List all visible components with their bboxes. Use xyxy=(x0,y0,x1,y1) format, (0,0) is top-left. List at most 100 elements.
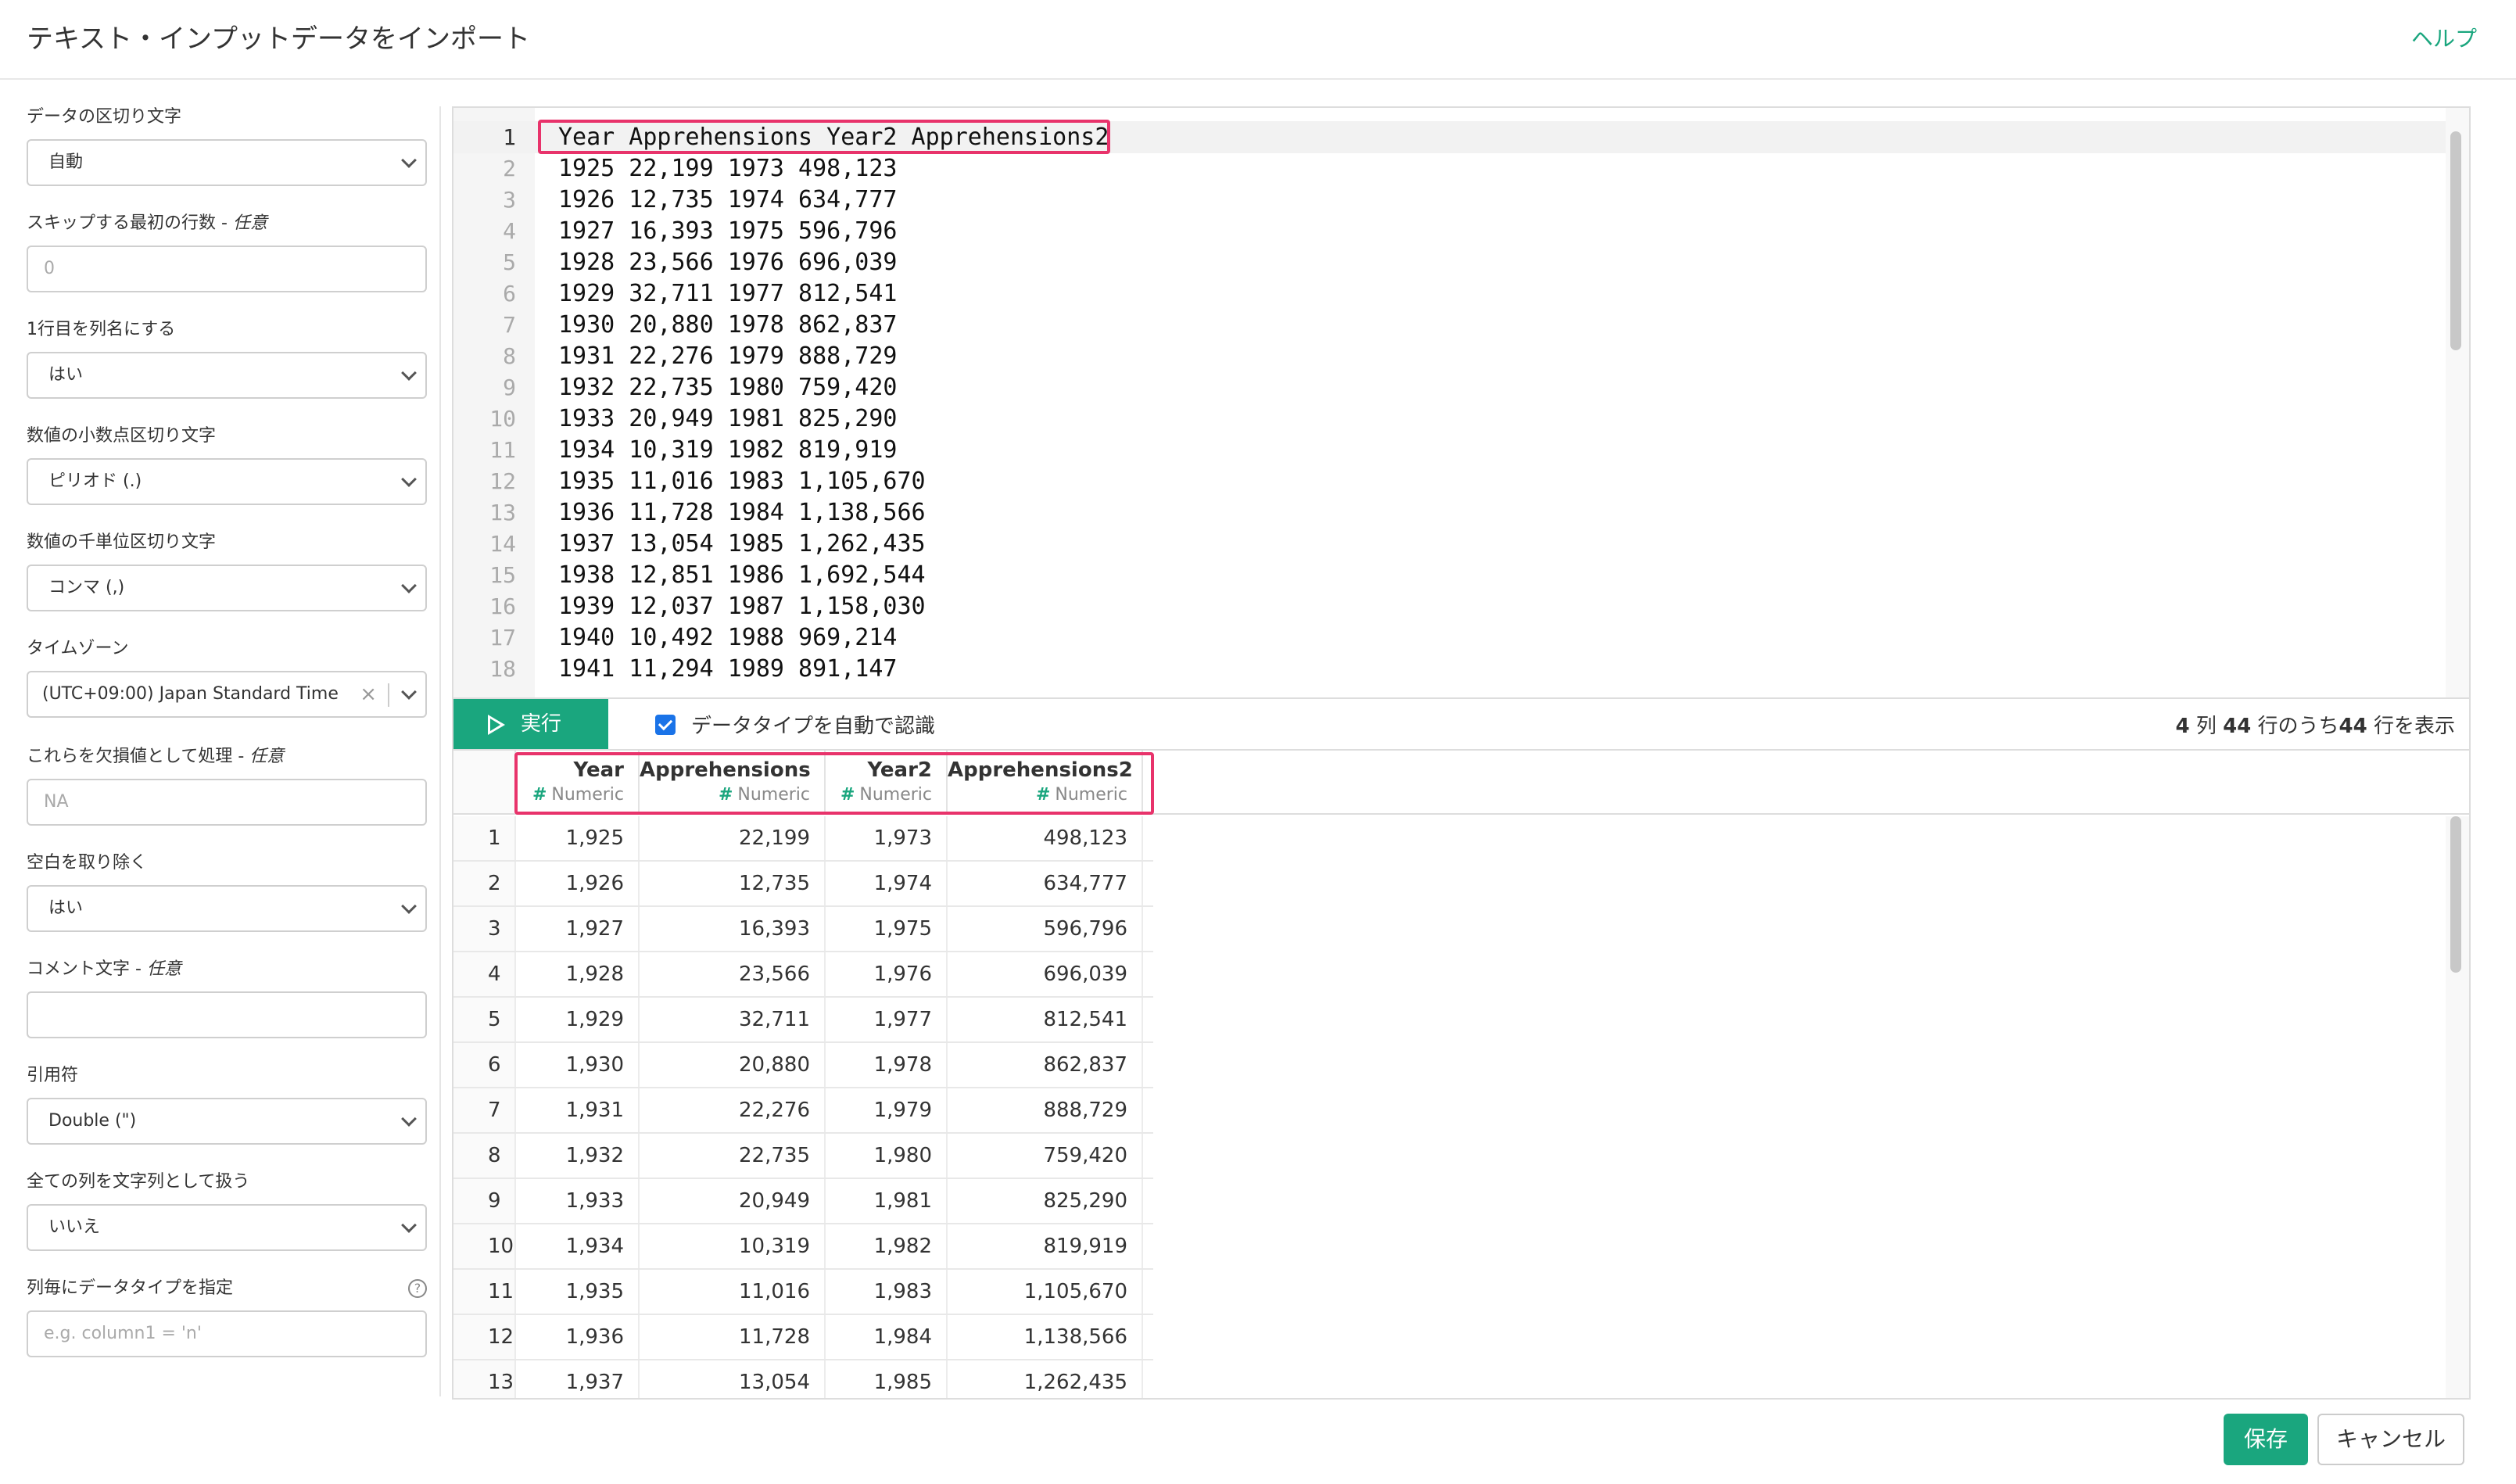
auto-type-checkbox[interactable] xyxy=(655,715,676,735)
editor-line[interactable]: 4 1927 16,393 1975 596,796 xyxy=(453,215,2447,247)
editor-line[interactable]: 11 1934 10,319 1982 819,919 xyxy=(453,434,2447,466)
editor-line[interactable]: 18 1941 11,294 1989 891,147 xyxy=(453,653,2447,685)
table-cell: 20,949 xyxy=(640,1179,826,1223)
thousands-sep-label: 数値の千単位区切り文字 xyxy=(27,532,217,552)
row-index: 8 xyxy=(453,1134,516,1178)
question-circle-icon[interactable]: ? xyxy=(408,1279,427,1298)
table-cell: 22,199 xyxy=(640,816,826,860)
clear-icon[interactable]: × xyxy=(360,672,377,716)
editor-line[interactable]: 9 1932 22,735 1980 759,420 xyxy=(453,371,2447,403)
line-text[interactable]: 1928 23,566 1976 696,039 xyxy=(558,246,897,278)
run-button[interactable]: 実行 xyxy=(453,699,608,749)
editor-line[interactable]: 7 1930 20,880 1978 862,837 xyxy=(453,309,2447,341)
table-cell: 696,039 xyxy=(948,952,1143,996)
line-text[interactable]: 1936 11,728 1984 1,138,566 xyxy=(558,496,926,529)
table-cell: 13,054 xyxy=(640,1360,826,1398)
decimal-sep-select[interactable]: ピリオド (.) xyxy=(27,458,427,505)
line-text[interactable]: 1930 20,880 1978 862,837 xyxy=(558,309,897,341)
col-types-label: 列毎にデータタイプを指定 ? xyxy=(27,1276,427,1301)
table-cell: 1,973 xyxy=(826,816,948,860)
table-cell: 1,979 xyxy=(826,1088,948,1132)
col-types-input[interactable]: e.g. column1 = 'n' xyxy=(27,1310,427,1357)
table-row: 8 1,932 22,735 1,980 759,420 xyxy=(453,1134,1153,1179)
chevron-down-icon xyxy=(401,152,417,168)
table-cell: 596,796 xyxy=(948,907,1143,951)
all-as-string-select[interactable]: いいえ xyxy=(27,1204,427,1251)
grid-scroll-thumb[interactable] xyxy=(2450,816,2461,973)
comment-input[interactable] xyxy=(27,991,427,1038)
editor-line[interactable]: 2 1925 22,199 1973 498,123 xyxy=(453,152,2447,185)
table-cell: 888,729 xyxy=(948,1088,1143,1132)
thousands-sep-field: 数値の千単位区切り文字 コンマ (,) xyxy=(27,530,427,611)
line-text[interactable]: 1937 13,054 1985 1,262,435 xyxy=(558,528,926,560)
text-editor[interactable]: 1 Year Apprehensions Year2 Apprehensions2… xyxy=(452,106,2471,699)
cancel-button[interactable]: キャンセル xyxy=(2317,1414,2464,1465)
line-text[interactable]: 1939 12,037 1987 1,158,030 xyxy=(558,590,926,622)
table-row: 10 1,934 10,319 1,982 819,919 xyxy=(453,1224,1153,1270)
line-number: 18 xyxy=(489,656,516,682)
editor-scroll-thumb[interactable] xyxy=(2450,131,2461,350)
quote-field: 引用符 Double (") xyxy=(27,1063,427,1145)
chevron-down-icon xyxy=(401,684,417,700)
table-row: 9 1,933 20,949 1,981 825,290 xyxy=(453,1179,1153,1224)
editor-line[interactable]: 12 1935 11,016 1983 1,105,670 xyxy=(453,465,2447,497)
table-row: 2 1,926 12,735 1,974 634,777 xyxy=(453,862,1153,907)
comment-label: コメント文字 - 任意 xyxy=(27,959,181,979)
line-text[interactable]: 1931 22,276 1979 888,729 xyxy=(558,340,897,372)
help-link[interactable]: ヘルプ xyxy=(2411,22,2477,53)
dialog-header: テキスト・インプットデータをインポート ヘルプ xyxy=(0,0,2516,80)
na-values-input[interactable]: NA xyxy=(27,779,427,826)
editor-line[interactable]: 3 1926 12,735 1974 634,777 xyxy=(453,184,2447,216)
save-button[interactable]: 保存 xyxy=(2224,1414,2308,1465)
table-cell: 1,982 xyxy=(826,1224,948,1268)
header-row-value: はい xyxy=(48,365,84,385)
row-index: 13 xyxy=(453,1360,516,1398)
chevron-down-icon xyxy=(401,578,417,593)
line-number: 2 xyxy=(503,156,516,181)
thousands-sep-select[interactable]: コンマ (,) xyxy=(27,565,427,611)
line-text[interactable]: 1927 16,393 1975 596,796 xyxy=(558,215,897,247)
line-text[interactable]: 1932 22,735 1980 759,420 xyxy=(558,371,897,403)
line-number: 15 xyxy=(489,562,516,588)
line-text[interactable]: 1933 20,949 1981 825,290 xyxy=(558,403,897,435)
line-text[interactable]: 1935 11,016 1983 1,105,670 xyxy=(558,465,926,497)
header-row-select[interactable]: はい xyxy=(27,352,427,399)
table-cell: 22,735 xyxy=(640,1134,826,1178)
editor-line[interactable]: 14 1937 13,054 1985 1,262,435 xyxy=(453,528,2447,560)
line-text[interactable]: 1926 12,735 1974 634,777 xyxy=(558,184,897,216)
table-cell: 1,978 xyxy=(826,1043,948,1087)
trim-ws-select[interactable]: はい xyxy=(27,885,427,932)
table-row: 5 1,929 32,711 1,977 812,541 xyxy=(453,998,1153,1043)
editor-line[interactable]: 15 1938 12,851 1986 1,692,544 xyxy=(453,559,2447,591)
quote-select[interactable]: Double (") xyxy=(27,1098,427,1145)
line-number: 6 xyxy=(503,281,516,306)
editor-line[interactable]: 16 1939 12,037 1987 1,158,030 xyxy=(453,590,2447,622)
trim-ws-field: 空白を取り除く はい xyxy=(27,851,427,932)
line-text[interactable]: 1925 22,199 1973 498,123 xyxy=(558,152,897,185)
editor-line[interactable]: 10 1933 20,949 1981 825,290 xyxy=(453,403,2447,435)
row-index: 12 xyxy=(453,1315,516,1359)
line-text[interactable]: 1941 11,294 1989 891,147 xyxy=(558,653,897,685)
line-text[interactable]: 1938 12,851 1986 1,692,544 xyxy=(558,559,926,591)
line-number: 8 xyxy=(503,343,516,369)
editor-line[interactable]: 17 1940 10,492 1988 969,214 xyxy=(453,622,2447,654)
line-text[interactable]: 1940 10,492 1988 969,214 xyxy=(558,622,897,654)
skip-rows-label: スキップする最初の行数 - 任意 xyxy=(27,213,267,233)
editor-line[interactable]: 5 1928 23,566 1976 696,039 xyxy=(453,246,2447,278)
chevron-down-icon xyxy=(401,365,417,381)
editor-line[interactable]: 6 1929 32,711 1977 812,541 xyxy=(453,278,2447,310)
row-index: 10 xyxy=(453,1224,516,1268)
table-cell: 1,981 xyxy=(826,1179,948,1223)
editor-line[interactable]: 8 1931 22,276 1979 888,729 xyxy=(453,340,2447,372)
timezone-select[interactable]: (UTC+09:00) Japan Standard Time × xyxy=(27,671,427,718)
sidebar-divider xyxy=(439,106,441,1396)
line-number: 14 xyxy=(489,531,516,557)
line-text[interactable]: 1934 10,319 1982 819,919 xyxy=(558,434,897,466)
auto-type-label[interactable]: データタイプを自動で認識 xyxy=(691,710,935,739)
line-text[interactable]: 1929 32,711 1977 812,541 xyxy=(558,278,897,310)
line-number: 4 xyxy=(503,218,516,244)
editor-line[interactable]: 13 1936 11,728 1984 1,138,566 xyxy=(453,496,2447,529)
delimiter-select[interactable]: 自動 xyxy=(27,139,427,186)
timezone-value: (UTC+09:00) Japan Standard Time xyxy=(42,684,339,704)
skip-rows-input[interactable]: 0 xyxy=(27,246,427,292)
